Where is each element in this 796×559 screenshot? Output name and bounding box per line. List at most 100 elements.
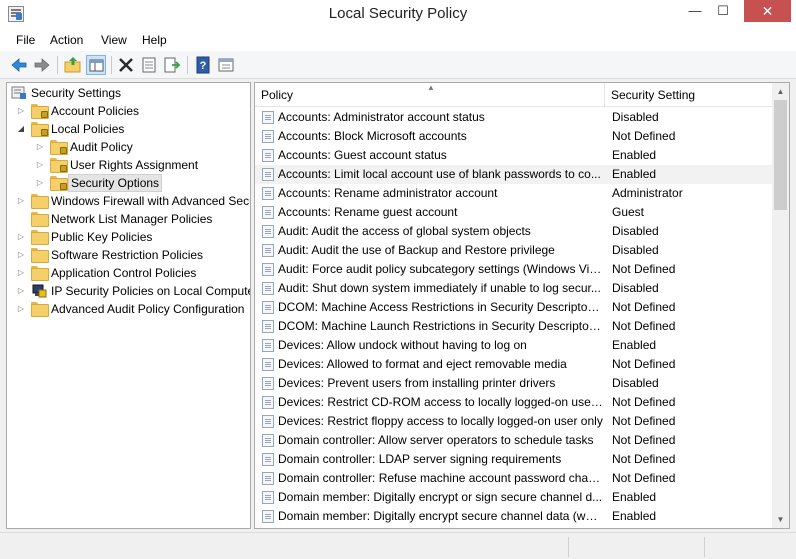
scroll-down-button[interactable]: ▼	[772, 511, 789, 528]
expand-arrow-icon[interactable]: ▷	[35, 156, 45, 174]
policy-row[interactable]: Domain controller: LDAP server signing r…	[255, 450, 773, 469]
tree-item-local-policies[interactable]: ◢ Local Policies	[9, 120, 249, 138]
collapse-arrow-icon[interactable]: ◢	[16, 120, 26, 138]
policy-row[interactable]: Audit: Audit the use of Backup and Resto…	[255, 241, 773, 260]
policy-row[interactable]: Accounts: Rename guest account Guest	[255, 203, 773, 222]
menu-view[interactable]: View	[101, 33, 127, 47]
policy-row[interactable]: DCOM: Machine Launch Restrictions in Sec…	[255, 317, 773, 336]
policy-row[interactable]: Domain member: Digitally encrypt or sign…	[255, 488, 773, 507]
status-segment	[568, 537, 704, 557]
policy-name: DCOM: Machine Launch Restrictions in Sec…	[278, 319, 603, 333]
policy-setting-icon	[262, 130, 274, 143]
policy-name: Accounts: Guest account status	[278, 148, 447, 162]
back-arrow-icon[interactable]	[9, 55, 29, 75]
expand-arrow-icon[interactable]: ▷	[16, 300, 26, 318]
expand-arrow-icon[interactable]: ▷	[16, 264, 26, 282]
column-header-policy[interactable]: ▲ Policy	[255, 83, 605, 107]
tree-item-security-settings[interactable]: Security Settings	[9, 84, 249, 102]
expand-arrow-icon[interactable]: ▷	[16, 102, 26, 120]
policy-name: Accounts: Administrator account status	[278, 110, 485, 124]
show-hide-tree-icon[interactable]	[86, 55, 106, 75]
view-icon[interactable]	[216, 55, 236, 75]
tree-item-windows-firewall[interactable]: ▷ Windows Firewall with Advanced Secu	[9, 192, 250, 210]
close-button[interactable]: ✕	[744, 0, 791, 22]
security-settings-icon	[11, 86, 27, 100]
tree-pane[interactable]: Security Settings ▷ Account Policies ◢ L…	[6, 82, 251, 529]
vertical-scrollbar[interactable]: ▲ ▼	[772, 83, 789, 528]
menu-action[interactable]: Action	[50, 33, 83, 47]
policy-row[interactable]: Audit: Audit the access of global system…	[255, 222, 773, 241]
folder-icon	[31, 230, 49, 245]
policy-name: Domain controller: LDAP server signing r…	[278, 452, 562, 466]
tree-item-public-key-policies[interactable]: ▷ Public Key Policies	[9, 228, 249, 246]
forward-arrow-icon[interactable]	[32, 55, 52, 75]
policy-setting-value: Enabled	[612, 490, 657, 504]
tree-item-network-list-manager[interactable]: Network List Manager Policies	[9, 210, 249, 228]
policy-name: Devices: Restrict CD-ROM access to local…	[278, 395, 603, 409]
tree-item-audit-policy[interactable]: ▷ Audit Policy	[9, 138, 249, 156]
policy-setting-value: Administrator	[612, 186, 683, 200]
folder-lock-icon	[50, 158, 68, 173]
policy-row[interactable]: Devices: Allowed to format and eject rem…	[255, 355, 773, 374]
tree-item-account-policies[interactable]: ▷ Account Policies	[9, 102, 249, 120]
minimize-button[interactable]: —	[680, 0, 710, 22]
help-icon[interactable]: ?	[193, 55, 213, 75]
policy-row[interactable]: Devices: Restrict floppy access to local…	[255, 412, 773, 431]
tree-item-security-options[interactable]: ▷ Security Options	[9, 174, 249, 192]
tree-item-user-rights-assignment[interactable]: ▷ User Rights Assignment	[9, 156, 249, 174]
policy-name: Domain member: Digitally encrypt or sign…	[278, 490, 603, 504]
policy-name: Audit: Force audit policy subcategory se…	[278, 262, 603, 276]
delete-icon[interactable]	[116, 55, 136, 75]
export-list-icon[interactable]	[162, 55, 182, 75]
policy-setting-icon	[262, 377, 274, 390]
expand-arrow-icon[interactable]: ▷	[35, 138, 45, 156]
policy-row[interactable]: Domain member: Digitally encrypt secure …	[255, 507, 773, 526]
policy-row[interactable]: Accounts: Block Microsoft accounts Not De…	[255, 127, 773, 146]
policy-row[interactable]: DCOM: Machine Access Restrictions in Sec…	[255, 298, 773, 317]
policy-row[interactable]: Devices: Allow undock without having to …	[255, 336, 773, 355]
tree-item-software-restriction[interactable]: ▷ Software Restriction Policies	[9, 246, 249, 264]
policy-row[interactable]: Devices: Prevent users from installing p…	[255, 374, 773, 393]
policy-row[interactable]: Domain controller: Refuse machine accoun…	[255, 469, 773, 488]
policy-row[interactable]: Audit: Shut down system immediately if u…	[255, 279, 773, 298]
policy-row[interactable]: Accounts: Guest account status Enabled	[255, 146, 773, 165]
policy-name: Devices: Allowed to format and eject rem…	[278, 357, 567, 371]
column-header-security-setting[interactable]: Security Setting	[605, 83, 773, 107]
policy-setting-icon	[262, 225, 274, 238]
tree-item-advanced-audit[interactable]: ▷ Advanced Audit Policy Configuration	[9, 300, 249, 318]
up-folder-icon[interactable]	[63, 55, 83, 75]
maximize-button[interactable]: ☐	[708, 0, 738, 22]
policy-setting-icon	[262, 206, 274, 219]
expand-arrow-icon[interactable]: ▷	[35, 174, 45, 192]
policy-setting-value: Enabled	[612, 338, 657, 352]
policy-row[interactable]: Accounts: Administrator account status Di…	[255, 108, 773, 127]
menu-help[interactable]: Help	[142, 33, 167, 47]
policy-row[interactable]: Audit: Force audit policy subcategory se…	[255, 260, 773, 279]
properties-icon[interactable]	[139, 55, 159, 75]
folder-icon	[31, 248, 49, 263]
policy-row[interactable]: Devices: Restrict CD-ROM access to local…	[255, 393, 773, 412]
policy-setting-icon	[262, 244, 274, 257]
folder-icon	[31, 302, 49, 317]
policy-setting-icon	[262, 320, 274, 333]
expand-arrow-icon[interactable]: ▷	[16, 192, 26, 210]
scroll-thumb[interactable]	[774, 100, 787, 210]
policy-setting-value: Disabled	[612, 224, 659, 238]
expand-arrow-icon[interactable]: ▷	[16, 282, 26, 300]
policy-setting-value: Not Defined	[612, 129, 676, 143]
expand-arrow-icon[interactable]: ▷	[16, 246, 26, 264]
folder-icon	[31, 212, 49, 227]
tree-item-ip-security[interactable]: ▷ IP Security Policies on Local Compute	[9, 282, 250, 300]
tree-item-application-control[interactable]: ▷ Application Control Policies	[9, 264, 249, 282]
policy-setting-icon	[262, 472, 274, 485]
policy-row[interactable]: Domain controller: Allow server operator…	[255, 431, 773, 450]
policy-setting-icon	[262, 301, 274, 314]
policy-name: Accounts: Block Microsoft accounts	[278, 129, 467, 143]
policy-row[interactable]: Accounts: Rename administrator account Ad…	[255, 184, 773, 203]
menu-file[interactable]: File	[16, 33, 35, 47]
policy-list-pane[interactable]: ▲ Policy Security Setting Accounts: Admi…	[254, 82, 790, 529]
policy-row[interactable]: Accounts: Limit local account use of bla…	[255, 165, 773, 184]
policy-setting-icon	[262, 187, 274, 200]
scroll-up-button[interactable]: ▲	[772, 83, 789, 100]
expand-arrow-icon[interactable]: ▷	[16, 228, 26, 246]
